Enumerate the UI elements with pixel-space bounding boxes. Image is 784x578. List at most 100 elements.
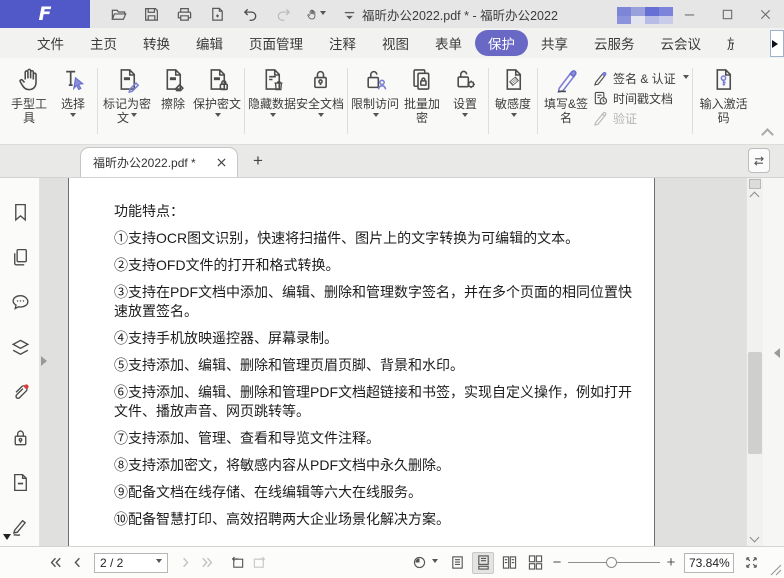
redo-icon[interactable] xyxy=(273,4,293,24)
chevron-down-icon xyxy=(511,113,517,120)
menu-tab-page-management[interactable]: 页面管理 xyxy=(236,30,316,56)
expand-right-panel-handle[interactable] xyxy=(769,348,780,358)
menu-tab-comment[interactable]: 注释 xyxy=(316,30,369,56)
save-icon[interactable] xyxy=(141,4,161,24)
chevron-down-icon xyxy=(131,113,137,120)
ribbon-tool-restrict-access[interactable]: 限制访问 xyxy=(351,64,399,125)
new-tab-button[interactable]: + xyxy=(248,151,268,171)
undo-icon[interactable] xyxy=(240,4,260,24)
menu-tab-home[interactable]: 主页 xyxy=(77,30,130,56)
zoom-slider-knob[interactable] xyxy=(606,556,617,568)
minimize-button[interactable] xyxy=(670,0,708,28)
document-tab[interactable]: 福昕办公2022.pdf * xyxy=(80,147,238,177)
attachments-panel-icon[interactable] xyxy=(10,382,31,403)
open-file-icon[interactable] xyxy=(108,4,128,24)
last-page-icon[interactable] xyxy=(196,552,218,574)
tool-label: 标记为密文 xyxy=(102,97,151,125)
ribbon-tool-fill-sign[interactable]: 填写&签名 xyxy=(541,64,591,125)
single-page-view-icon[interactable] xyxy=(446,552,468,574)
signatures-panel-icon[interactable] xyxy=(10,517,31,538)
comments-panel-icon[interactable] xyxy=(10,292,31,313)
scrollbar-split-handle[interactable] xyxy=(749,179,761,189)
vertical-scrollbar[interactable] xyxy=(746,178,763,546)
menu-overflow-right-button[interactable] xyxy=(770,30,784,57)
window-resize-grip[interactable] xyxy=(769,563,782,576)
chevron-down-icon[interactable] xyxy=(432,559,438,566)
chevron-down-icon xyxy=(69,113,76,120)
facing-view-icon[interactable] xyxy=(498,552,520,574)
next-view-icon[interactable] xyxy=(248,552,270,574)
menu-tab-form[interactable]: 表单 xyxy=(422,30,475,56)
menu-tab-slideshow[interactable]: 放映 xyxy=(714,30,734,56)
layers-panel-icon[interactable] xyxy=(10,337,31,358)
ribbon-tool-erase[interactable]: 擦除 xyxy=(153,64,193,111)
menu-bar: 文件 主页 转换 编辑 页面管理 注释 视图 表单 保护 共享 云服务 云会议 … xyxy=(0,28,784,58)
print-icon[interactable] xyxy=(174,4,194,24)
previous-view-icon[interactable] xyxy=(226,552,248,574)
doc-line: ⑤支持添加、编辑、删除和管理页眉页脚、背景和水印。 xyxy=(114,357,464,373)
activation-code-icon xyxy=(716,69,732,90)
document-tab-bar: 福昕办公2022.pdf * + xyxy=(0,145,784,178)
zoom-slider[interactable] xyxy=(568,553,660,573)
foxit-logo[interactable]: F xyxy=(0,0,90,28)
fullscreen-icon[interactable] xyxy=(740,552,762,574)
next-page-icon[interactable] xyxy=(174,552,196,574)
chevron-down-icon xyxy=(215,113,221,120)
close-tab-icon[interactable] xyxy=(213,155,229,171)
tool-label: 批量加密 xyxy=(403,97,440,125)
navigation-sidebar xyxy=(0,178,40,546)
ribbon-tool-protect-redact[interactable]: 保护密文 xyxy=(193,64,241,125)
ribbon-tool-settings[interactable]: 设置 xyxy=(445,64,485,120)
auto-scroll-icon[interactable] xyxy=(408,552,430,574)
continuous-view-icon[interactable] xyxy=(472,551,494,574)
timestamp-doc-item[interactable]: 时间戳文档 xyxy=(593,90,689,107)
hand-tool-icon[interactable] xyxy=(306,4,326,24)
scroll-up-icon[interactable] xyxy=(749,191,760,202)
menu-tab-view[interactable]: 视图 xyxy=(369,30,422,56)
security-panel-icon[interactable] xyxy=(10,427,31,448)
menu-tab-share[interactable]: 共享 xyxy=(528,30,581,56)
menu-tab-cloud-service[interactable]: 云服务 xyxy=(581,30,648,56)
menu-tab-file[interactable]: 文件 xyxy=(24,30,77,56)
tool-label: 设置 xyxy=(452,97,477,111)
page-number-input[interactable]: 2 / 2 xyxy=(94,552,168,573)
ribbon-tool-batch-encrypt[interactable]: 批量加密 xyxy=(399,64,445,125)
previous-page-icon[interactable] xyxy=(66,552,88,574)
toggle-panel-icon[interactable] xyxy=(748,148,770,173)
protect-settings-icon xyxy=(456,70,475,89)
verify-item[interactable]: 验证 xyxy=(593,110,689,127)
first-page-icon[interactable] xyxy=(44,552,66,574)
scroll-down-icon[interactable] xyxy=(749,532,760,543)
zoom-in-icon[interactable]: + xyxy=(664,554,678,571)
ribbon-tool-sensitivity[interactable]: 敏感度 xyxy=(492,64,534,125)
sign-certify-group: 签名 & 认证 时间戳文档 验证 xyxy=(593,64,689,127)
ribbon-tool-activation-code[interactable]: 输入激活码 xyxy=(696,64,752,125)
maximize-button[interactable] xyxy=(708,0,746,28)
close-button[interactable] xyxy=(746,0,784,28)
sign-certify-icon xyxy=(594,72,607,86)
expand-left-panel-handle[interactable] xyxy=(41,356,52,366)
sign-certify-item[interactable]: 签名 & 认证 xyxy=(593,70,689,87)
menu-tab-cloud-meeting[interactable]: 云会议 xyxy=(648,30,715,56)
continuous-facing-view-icon[interactable] xyxy=(524,552,546,574)
pages-panel-icon[interactable] xyxy=(10,247,31,268)
bookmarks-panel-icon[interactable] xyxy=(10,202,31,223)
tool-label: 敏感度 xyxy=(494,97,531,111)
create-pdf-icon[interactable] xyxy=(207,4,227,24)
menu-tab-edit[interactable]: 编辑 xyxy=(183,30,236,56)
ribbon-tool-hide-data[interactable]: 隐藏数据 xyxy=(248,64,296,125)
zoom-level-input[interactable]: 73.84% xyxy=(684,552,734,573)
scrollbar-thumb[interactable] xyxy=(748,352,762,454)
customize-toolbar-icon[interactable] xyxy=(339,4,359,24)
ribbon-tool-select[interactable]: 选择 xyxy=(52,64,94,120)
ribbon-tool-hand[interactable]: 手型工具 xyxy=(6,64,52,125)
zoom-out-icon[interactable]: − xyxy=(550,554,564,571)
tool-label: 选择 xyxy=(60,97,85,111)
ribbon-tool-secure-document[interactable]: 安全文档 xyxy=(296,64,344,125)
fields-panel-icon[interactable] xyxy=(10,472,31,493)
menu-tab-protect[interactable]: 保护 xyxy=(475,30,528,56)
ribbon-tool-mark-redact[interactable]: 标记为密文 xyxy=(101,64,153,125)
menu-tab-convert[interactable]: 转换 xyxy=(130,30,183,56)
sidebar-overflow-icon[interactable] xyxy=(3,534,11,544)
doc-line: ③支持在PDF文档中添加、编辑、删除和管理数字签名，并在多个页面的相同位置快速放… xyxy=(114,284,632,319)
